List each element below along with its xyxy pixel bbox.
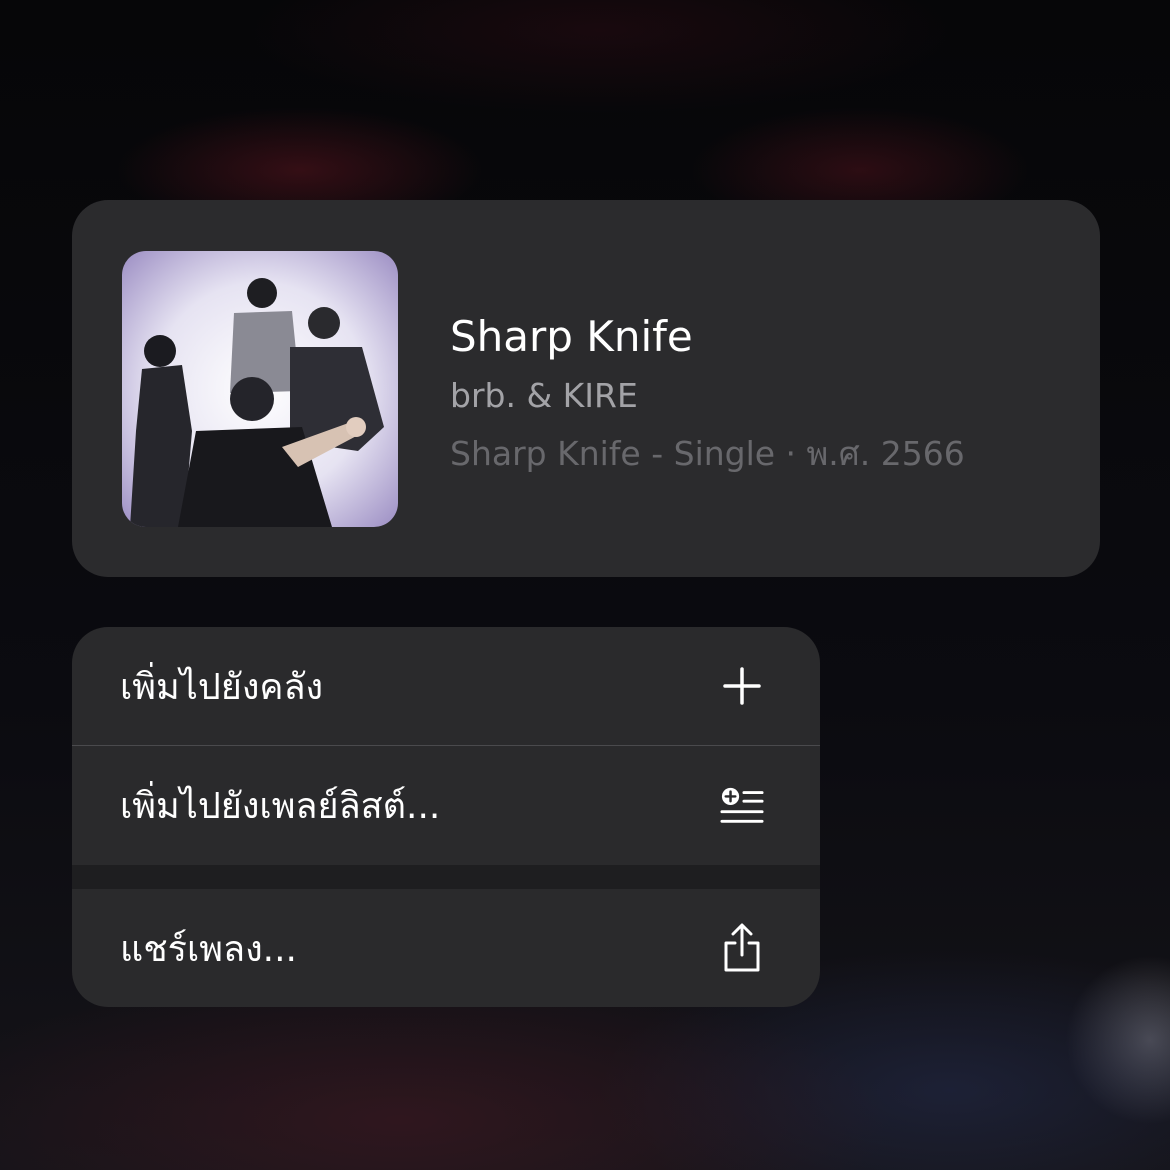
blurred-background: Sharp Knife brb. & KIRE Sharp Knife - Si…	[0, 0, 1170, 1170]
share-icon	[720, 923, 764, 972]
add-to-playlist-menu-item[interactable]: เพิ่มไปยังเพลย์ลิสต์...	[72, 746, 820, 865]
add-to-library-menu-item[interactable]: เพิ่มไปยังคลัง	[72, 627, 820, 745]
menu-group-separator	[72, 865, 820, 889]
song-album-year: Sharp Knife - Single · พ.ศ. 2566	[450, 434, 965, 473]
song-preview-card[interactable]: Sharp Knife brb. & KIRE Sharp Knife - Si…	[72, 200, 1100, 577]
add-to-library-label: เพิ่มไปยังคลัง	[120, 666, 324, 708]
add-to-playlist-icon	[720, 784, 764, 828]
album-artwork	[122, 251, 398, 527]
song-title: Sharp Knife	[450, 312, 693, 361]
share-song-label: แชร์เพลง...	[120, 928, 297, 970]
plus-icon	[720, 664, 764, 708]
share-song-menu-item[interactable]: แชร์เพลง...	[72, 889, 820, 1007]
context-menu: เพิ่มไปยังคลัง เพิ่มไปยังเพลย์ลิสต์... แ…	[72, 627, 820, 1007]
song-artist: brb. & KIRE	[450, 376, 638, 415]
add-to-playlist-label: เพิ่มไปยังเพลย์ลิสต์...	[120, 786, 441, 827]
